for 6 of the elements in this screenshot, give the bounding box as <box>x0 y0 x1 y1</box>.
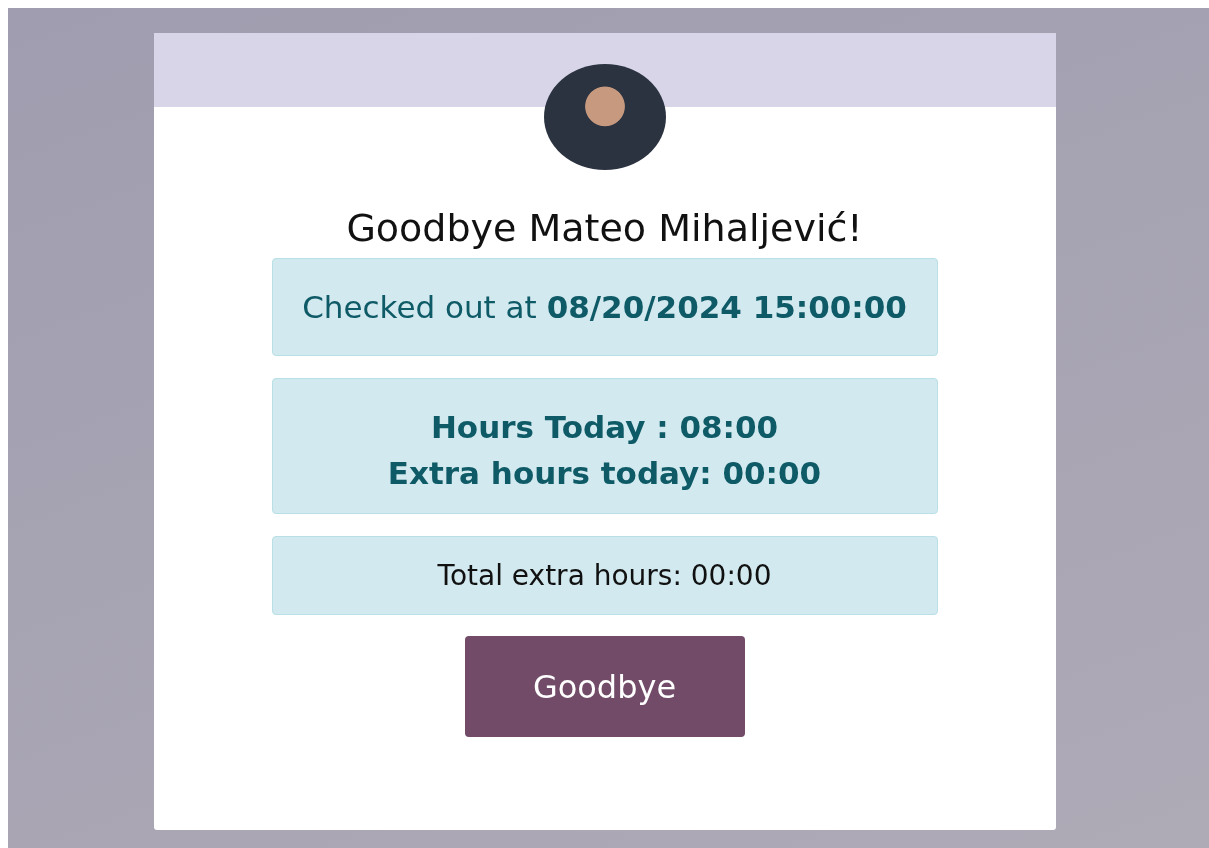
hours-text: Extra hours today: 00:00 <box>387 455 822 491</box>
goodbye-button[interactable]: Goodbye <box>464 636 745 737</box>
check-out-message: Checked out at 08/20/2024 15:00:00 <box>271 258 938 356</box>
hours-text: Hours Today : 08:00 <box>430 409 779 445</box>
greeting-title: Goodbye Mateo Mihaljević! <box>346 206 863 250</box>
total-extra-hours-message: Total extra hours: 00:00 <box>271 536 938 615</box>
